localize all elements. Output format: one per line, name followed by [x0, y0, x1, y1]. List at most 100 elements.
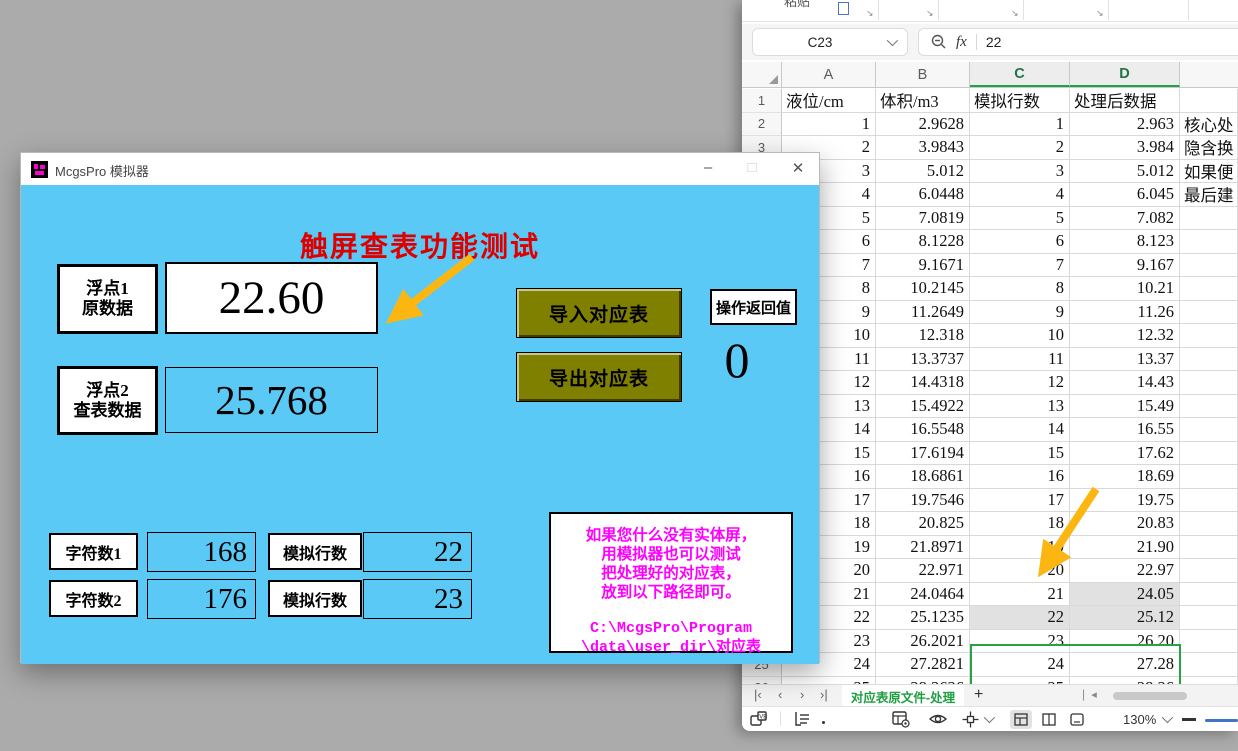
- select-all-corner[interactable]: [742, 62, 782, 87]
- col-header-C[interactable]: C: [970, 62, 1070, 87]
- maximize-button[interactable]: □: [740, 159, 764, 176]
- cell[interactable]: 8: [970, 277, 1070, 301]
- cell[interactable]: 13: [970, 395, 1070, 419]
- row-header[interactable]: 26: [742, 677, 782, 685]
- formula-input[interactable]: fx 22: [918, 28, 1238, 56]
- cell[interactable]: 14.43: [1070, 371, 1180, 395]
- row-header[interactable]: 2: [742, 113, 782, 137]
- cell[interactable]: 模拟行数: [970, 89, 1070, 113]
- cell[interactable]: 9.1671: [876, 254, 970, 278]
- cell[interactable]: 处理后数据: [1070, 89, 1180, 113]
- paste-icon[interactable]: [838, 2, 849, 15]
- cell[interactable]: 17.62: [1070, 442, 1180, 466]
- cell[interactable]: 11.2649: [876, 301, 970, 325]
- cell[interactable]: [1180, 653, 1238, 677]
- cell[interactable]: 9.167: [1070, 254, 1180, 278]
- col-header-A[interactable]: A: [782, 62, 876, 87]
- cell[interactable]: 16.5548: [876, 418, 970, 442]
- cell[interactable]: 如果便: [1180, 160, 1238, 184]
- cell[interactable]: 1: [970, 113, 1070, 137]
- simrows1-value[interactable]: 22: [363, 532, 472, 572]
- cell[interactable]: 8.1228: [876, 230, 970, 254]
- close-button[interactable]: ✕: [786, 159, 810, 177]
- cell[interactable]: [1180, 254, 1238, 278]
- chevron-down-icon[interactable]: [887, 35, 898, 46]
- mcgspro-titlebar[interactable]: McgsPro 模拟器 – □ ✕: [21, 153, 819, 185]
- row-header[interactable]: 1: [742, 89, 782, 113]
- cell[interactable]: 3: [970, 160, 1070, 184]
- cell[interactable]: 17: [970, 489, 1070, 513]
- cell[interactable]: 19: [970, 536, 1070, 560]
- cell[interactable]: 12.318: [876, 324, 970, 348]
- eye-icon[interactable]: [928, 711, 948, 727]
- cell[interactable]: 26.2021: [876, 630, 970, 654]
- col-header-B[interactable]: B: [876, 62, 970, 87]
- cell[interactable]: 18.69: [1070, 465, 1180, 489]
- zoom-slider[interactable]: [1205, 719, 1238, 722]
- cell[interactable]: [1180, 606, 1238, 630]
- cell[interactable]: [1180, 536, 1238, 560]
- export-table-button[interactable]: 导出对应表: [516, 352, 682, 402]
- cell[interactable]: 5.012: [1070, 160, 1180, 184]
- first-sheet-icon[interactable]: |‹: [754, 687, 762, 702]
- simrows2-value[interactable]: 23: [363, 579, 472, 619]
- dialog-launcher-icon[interactable]: ↘: [866, 8, 874, 19]
- cell[interactable]: 21.90: [1070, 536, 1180, 560]
- cell[interactable]: 20: [970, 559, 1070, 583]
- cell[interactable]: 9: [970, 301, 1070, 325]
- cell[interactable]: 20.83: [1070, 512, 1180, 536]
- cell[interactable]: 25.1235: [876, 606, 970, 630]
- next-sheet-icon[interactable]: ›: [800, 687, 804, 702]
- cell[interactable]: 15.49: [1070, 395, 1180, 419]
- cell[interactable]: 2.9628: [876, 113, 970, 137]
- cell[interactable]: 16: [970, 465, 1070, 489]
- cell[interactable]: 14.4318: [876, 371, 970, 395]
- cell[interactable]: 21: [970, 583, 1070, 607]
- cell[interactable]: 28.3636: [876, 677, 970, 685]
- cell[interactable]: 25.12: [1070, 606, 1180, 630]
- sheet-tab-active[interactable]: 对应表原文件-处理: [842, 685, 964, 707]
- zoom-chevron-icon[interactable]: [1162, 712, 1173, 723]
- view-normal-button[interactable]: [1010, 710, 1032, 729]
- cell[interactable]: 18.6861: [876, 465, 970, 489]
- cell[interactable]: 19.7546: [876, 489, 970, 513]
- charcount2-value[interactable]: 176: [147, 579, 256, 619]
- cell[interactable]: 25: [782, 677, 876, 685]
- dialog-launcher-icon[interactable]: ↘: [1011, 8, 1019, 19]
- split-handle[interactable]: ❘ ◂: [1079, 688, 1097, 701]
- cell[interactable]: [1180, 324, 1238, 348]
- cell[interactable]: 5.012: [876, 160, 970, 184]
- cell[interactable]: 核心处: [1180, 113, 1238, 137]
- move-anchor-icon[interactable]: [962, 711, 979, 728]
- cell[interactable]: 6: [970, 230, 1070, 254]
- cell[interactable]: 10.21: [1070, 277, 1180, 301]
- cell[interactable]: [1180, 301, 1238, 325]
- cell[interactable]: [1180, 371, 1238, 395]
- cell[interactable]: 21.8971: [876, 536, 970, 560]
- cell[interactable]: 15.4922: [876, 395, 970, 419]
- view-page-layout-button[interactable]: [1038, 710, 1060, 729]
- chevron-down-icon[interactable]: [984, 712, 995, 723]
- cell[interactable]: 1: [782, 113, 876, 137]
- cell[interactable]: 5: [970, 207, 1070, 231]
- cell[interactable]: 17.6194: [876, 442, 970, 466]
- cell[interactable]: 3.9843: [876, 136, 970, 160]
- cell[interactable]: 14: [970, 418, 1070, 442]
- cell[interactable]: 18: [970, 512, 1070, 536]
- cell[interactable]: 体积/m3: [876, 89, 970, 113]
- cell[interactable]: [1180, 277, 1238, 301]
- cell[interactable]: 6.0448: [876, 183, 970, 207]
- cell[interactable]: [1180, 677, 1238, 685]
- cell[interactable]: [1180, 418, 1238, 442]
- cell[interactable]: [1180, 489, 1238, 513]
- col-header-E[interactable]: [1180, 62, 1238, 87]
- cell[interactable]: 15: [970, 442, 1070, 466]
- cell[interactable]: 20.825: [876, 512, 970, 536]
- cell[interactable]: 4: [970, 183, 1070, 207]
- cell[interactable]: 19.75: [1070, 489, 1180, 513]
- cell[interactable]: 22.971: [876, 559, 970, 583]
- horizontal-scrollbar[interactable]: [1113, 692, 1187, 700]
- cell[interactable]: [1180, 465, 1238, 489]
- cell[interactable]: 液位/cm: [782, 89, 876, 113]
- ribbon-paste-label[interactable]: 粘贴: [784, 0, 810, 10]
